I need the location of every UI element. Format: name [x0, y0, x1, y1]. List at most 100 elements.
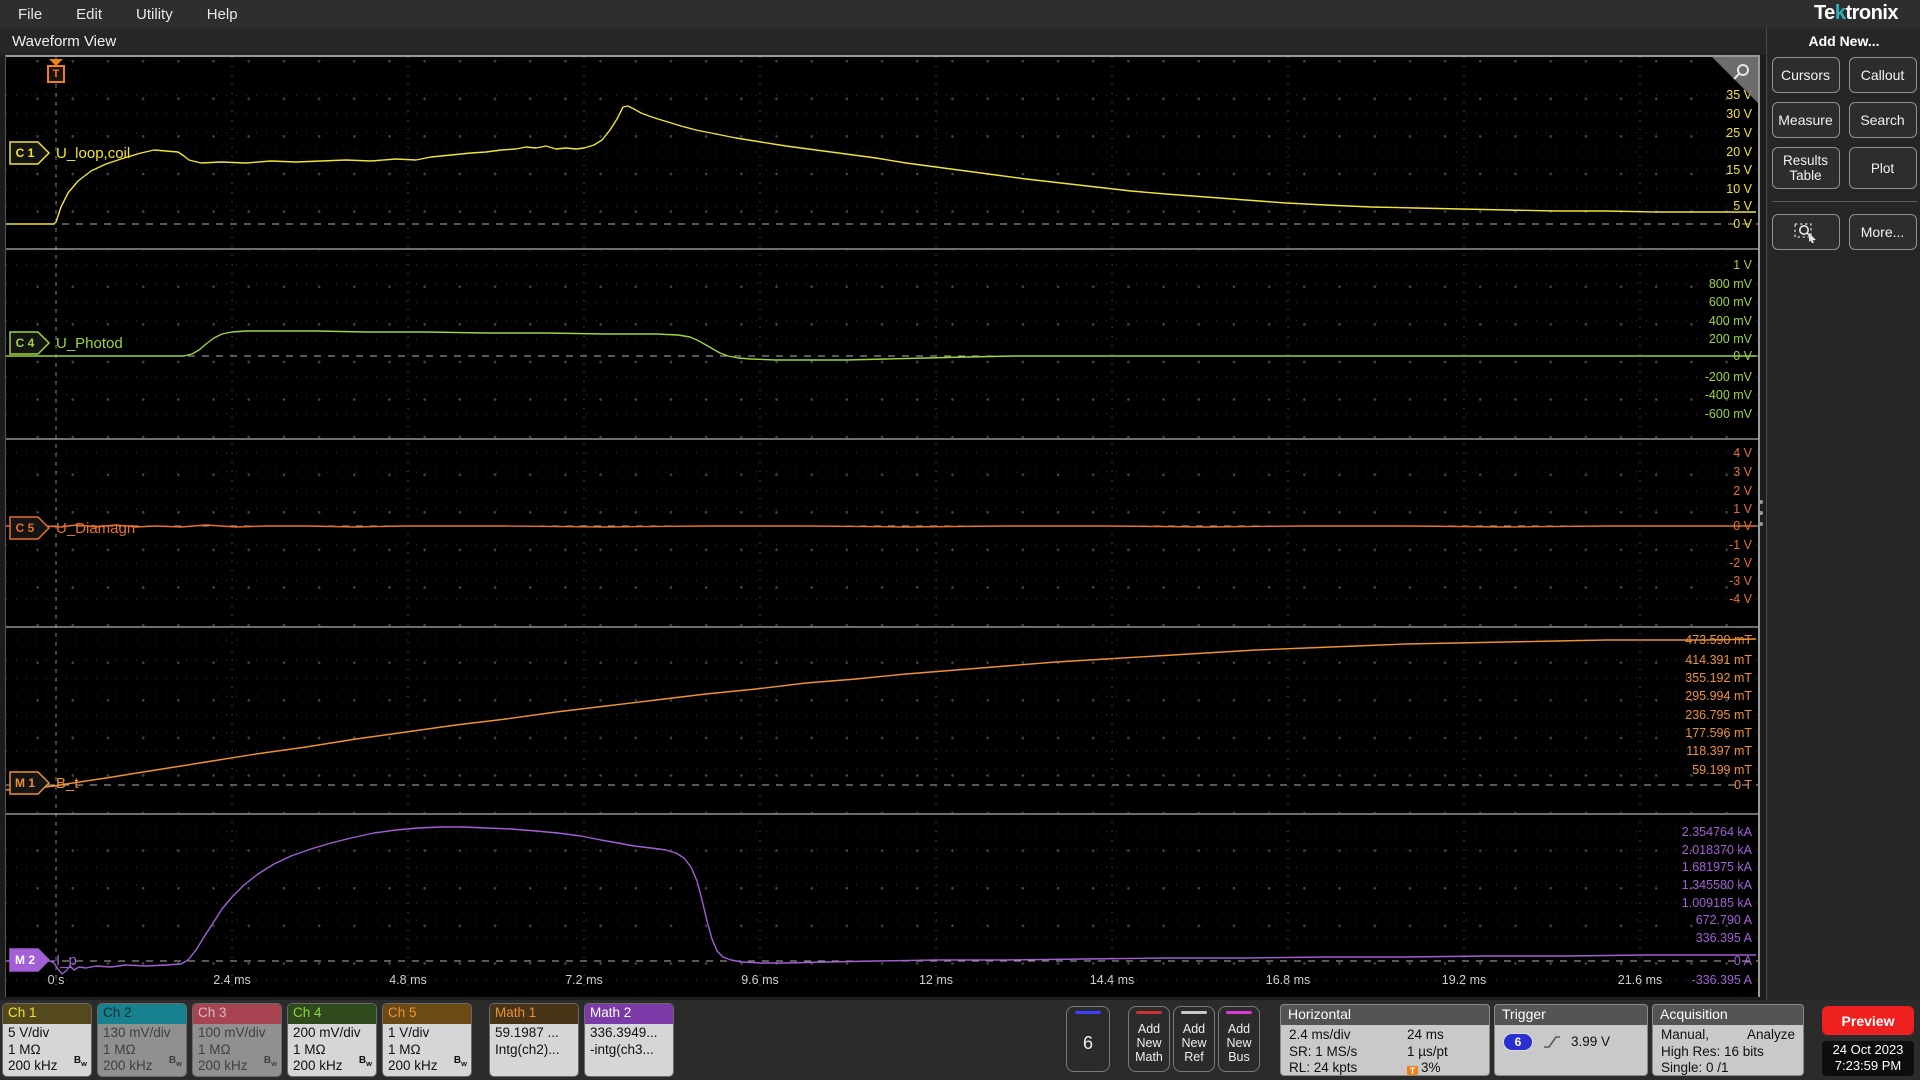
scale-label: 118.397 mT [1686, 744, 1752, 758]
channel-name-c5: U_Diamagn [56, 520, 135, 537]
badge-header: Math 1 [490, 1004, 578, 1024]
time-label: 9.6 ms [741, 973, 779, 987]
horizontal-window: 24 ms [1407, 1027, 1444, 1042]
badge-line: -intg(ch3... [590, 1041, 654, 1057]
scale-label: 1 V [1733, 502, 1752, 516]
scale-label: 30 V [1726, 107, 1752, 121]
add-new-bus-button[interactable]: Add New Bus [1218, 1006, 1260, 1072]
badge-ch-4[interactable]: Ch 4 200 mV/div 1 MΩ 200 kHz Bw [287, 1003, 377, 1077]
menu-file[interactable]: File [18, 6, 42, 23]
zoom-select-button[interactable] [1771, 214, 1840, 250]
scale-label: 25 V [1726, 126, 1752, 140]
scale-label: 236.795 mT [1685, 708, 1752, 722]
scale-label: 1.345580 kA [1682, 878, 1753, 892]
badge-line: 130 mV/div [103, 1025, 171, 1040]
scale-label: 0 V [1733, 349, 1752, 363]
cursors-button[interactable]: Cursors [1771, 57, 1840, 93]
scale-label: -3 V [1729, 574, 1753, 588]
badge-math-2[interactable]: Math 2 336.3949... -intg(ch3... [584, 1003, 674, 1077]
bandwidth-icon: Bw [263, 1054, 277, 1068]
badge-ch-5[interactable]: Ch 51 V/div 1 MΩ 200 kHz Bw [382, 1003, 472, 1077]
badge-ch-1[interactable]: Ch 15 V/div 1 MΩ 200 kHz Bw [2, 1003, 92, 1077]
trace-m1 [6, 638, 1757, 791]
results-table-button[interactable]: Results Table [1771, 147, 1840, 189]
trigger-flag[interactable]: T [46, 59, 66, 83]
channel-6-button[interactable]: 6 [1066, 1006, 1110, 1072]
badge-math-1[interactable]: Math 1 59.1987 ... Intg(ch2)... [489, 1003, 579, 1077]
add-new-ref-button[interactable]: Add New Ref [1173, 1006, 1215, 1072]
scale-label: -400 mV [1705, 388, 1753, 402]
menu-edit[interactable]: Edit [76, 6, 102, 23]
scale-label: 2.354764 kA [1682, 825, 1753, 839]
scale-label: 800 mV [1709, 277, 1753, 291]
time-label: 21.6 ms [1618, 973, 1662, 987]
measure-button[interactable]: Measure [1771, 102, 1840, 138]
channel-tag-label: C 1 [16, 146, 35, 160]
trigger-source-badge: 6 [1503, 1033, 1533, 1051]
channel-badges: Ch 15 V/div 1 MΩ 200 kHz Bw Ch 2 130 mV/div 1 … [2, 1003, 674, 1077]
badge-line: 59.1987 ... [495, 1025, 559, 1040]
scale-label: -1 V [1729, 538, 1753, 552]
panel-splitter-handle[interactable] [1758, 500, 1764, 526]
menu-utility[interactable]: Utility [136, 6, 173, 23]
tab-waveform-view[interactable]: Waveform View [12, 33, 116, 50]
scale-label: 1.009185 kA [1682, 896, 1753, 910]
record-length: RL: 24 kpts [1289, 1060, 1358, 1075]
badge-header: Ch 1 [3, 1004, 91, 1024]
time-label: 4.8 ms [389, 973, 427, 987]
scale-label: 5 V [1733, 199, 1752, 213]
preview-button[interactable]: Preview [1822, 1006, 1914, 1035]
time-label: 19.2 ms [1442, 973, 1486, 987]
bandwidth-icon: Bw [168, 1054, 182, 1068]
time-label: 14.4 ms [1090, 973, 1134, 987]
trace-c1 [6, 105, 1756, 225]
add-new-title: Add New... [1808, 33, 1880, 49]
badge-line: 200 mV/div [293, 1025, 361, 1040]
plot-button[interactable]: Plot [1848, 147, 1917, 189]
scale-label: -2 V [1729, 556, 1753, 570]
time-label: 7.2 ms [565, 973, 603, 987]
scale-label: 200 mV [1709, 332, 1753, 346]
more-button[interactable]: More... [1848, 214, 1917, 250]
bandwidth-icon: Bw [73, 1054, 87, 1068]
menu-help[interactable]: Help [207, 6, 238, 23]
scale-label: 0 T [1734, 778, 1752, 792]
trigger-title: Trigger [1495, 1005, 1647, 1025]
badge-body: 130 mV/div 1 MΩ 200 kHz Bw [98, 1024, 186, 1076]
scale-label: 355.192 mT [1685, 671, 1752, 685]
trigger-level: 3.99 V [1571, 1033, 1611, 1049]
acquisition-panel[interactable]: Acquisition Manual, Analyze High Res: 16… [1652, 1004, 1804, 1076]
horizontal-scale: 2.4 ms/div [1289, 1027, 1351, 1042]
time-label: 2.4 ms [213, 973, 251, 987]
channel-tag-label: C 4 [16, 336, 35, 350]
add-new-bus-label: Add New Bus [1226, 1021, 1252, 1064]
scale-label: 1 V [1733, 258, 1752, 272]
menu-bar: File Edit Utility Help Tektronix [0, 0, 1920, 28]
scale-label: 3 V [1733, 465, 1752, 479]
badge-header: Ch 4 [288, 1004, 376, 1024]
acquisition-analyze: Analyze [1746, 1027, 1795, 1042]
badge-ch-3[interactable]: Ch 3 100 mV/div 1 MΩ 200 kHz Bw [192, 1003, 282, 1077]
callout-button[interactable]: Callout [1848, 57, 1917, 93]
scale-label: 0 V [1733, 519, 1752, 533]
trigger-pos-value: T 3% [1407, 1060, 1481, 1075]
horizontal-panel[interactable]: Horizontal 2.4 ms/div 24 ms SR: 1 MS/s 1… [1280, 1004, 1490, 1076]
badge-line: Intg(ch2)... [495, 1041, 560, 1057]
acquisition-resolution: High Res: 16 bits [1661, 1043, 1764, 1059]
scale-label: 0 V [1733, 217, 1752, 231]
trigger-panel[interactable]: Trigger 6 3.99 V [1494, 1004, 1648, 1076]
scale-label: 15 V [1726, 163, 1752, 177]
scale-label: 0 A [1734, 954, 1753, 968]
channel-tag-label: C 5 [16, 521, 35, 535]
search-button[interactable]: Search [1848, 102, 1917, 138]
trigger-t-icon: T [47, 65, 65, 83]
bandwidth-icon: Bw [453, 1054, 467, 1068]
channel-tag-label: M 2 [15, 953, 35, 967]
badge-ch-2[interactable]: Ch 2 130 mV/div 1 MΩ 200 kHz Bw [97, 1003, 187, 1077]
badge-body: 59.1987 ... Intg(ch2)... [490, 1024, 578, 1076]
add-new-math-button[interactable]: Add New Math [1128, 1006, 1170, 1072]
time-label: 7:23:59 PM [1834, 1058, 1902, 1073]
rising-edge-icon [1544, 1036, 1560, 1048]
scale-label: 336.395 A [1696, 931, 1753, 945]
waveform-plot[interactable]: 35 V 30 V 25 V 20 V 15 V 10 V5 V0 VC 1 U_loop,… [5, 55, 1760, 997]
